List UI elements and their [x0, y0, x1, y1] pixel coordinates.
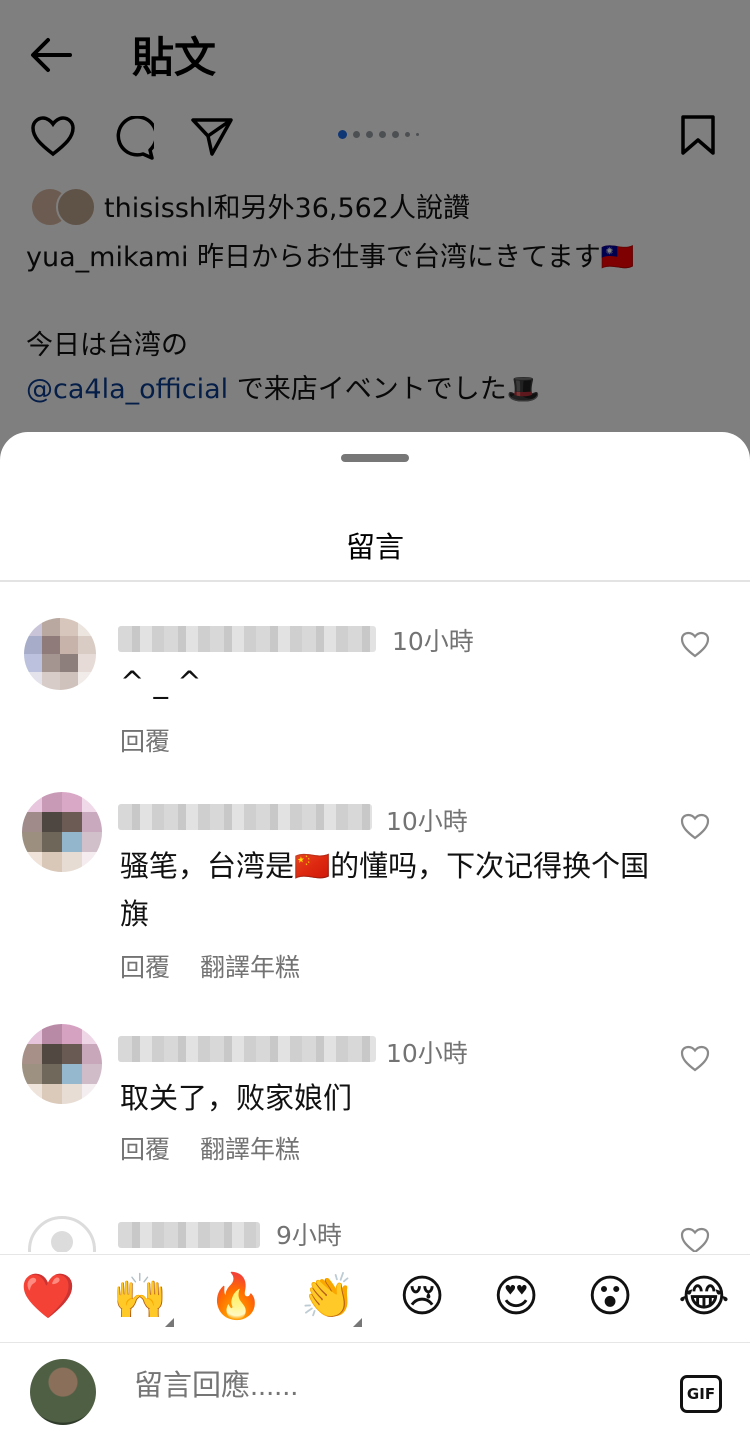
- comment-actions: 回覆: [120, 722, 170, 758]
- like-comment-icon[interactable]: [680, 1226, 710, 1252]
- comment-item: 9小時: [0, 1208, 750, 1252]
- comment-actions: 回覆 翻譯年糕: [120, 948, 300, 984]
- comment-text: 骚笔，台湾是🇨🇳的懂吗，下次记得换个国旗: [120, 849, 650, 931]
- comment-input-bar: GIF: [0, 1342, 750, 1439]
- comment-text: ^ _ ^: [120, 665, 202, 699]
- username-blurred[interactable]: [118, 804, 372, 830]
- divider: [0, 580, 750, 582]
- comment-time: 9小時: [276, 1221, 342, 1250]
- username-blurred[interactable]: [118, 1036, 376, 1062]
- like-comment-icon[interactable]: [680, 1044, 710, 1074]
- emoji-fire-button[interactable]: 🔥: [208, 1269, 264, 1325]
- emoji-raised-hands-button[interactable]: 🙌: [112, 1269, 174, 1327]
- emoji-clap-button[interactable]: 👏: [300, 1269, 362, 1327]
- gif-icon[interactable]: GIF: [680, 1375, 722, 1413]
- like-comment-icon[interactable]: [680, 812, 710, 842]
- translate-button[interactable]: 翻譯年糕: [200, 948, 300, 984]
- reply-button[interactable]: 回覆: [120, 722, 170, 758]
- avatar[interactable]: [22, 792, 102, 872]
- reply-button[interactable]: 回覆: [120, 1130, 170, 1166]
- comment-time: 10小時: [386, 807, 468, 836]
- my-avatar: [30, 1359, 96, 1425]
- emoji-surprised-button[interactable]: 😮: [582, 1269, 638, 1325]
- emoji-bar: ❤️ 🙌 🔥 👏 😢 😍 😮 😂: [0, 1254, 750, 1343]
- comment-time: 10小時: [386, 1039, 468, 1068]
- avatar[interactable]: [28, 1216, 96, 1252]
- like-comment-icon[interactable]: [680, 630, 710, 660]
- sheet-title: 留言: [345, 530, 404, 564]
- avatar[interactable]: [22, 1024, 102, 1104]
- emoji-laughing-button[interactable]: 😂: [676, 1269, 732, 1325]
- emoji-clap: 👏: [300, 1271, 356, 1322]
- username-blurred[interactable]: [118, 1222, 260, 1248]
- comment-actions: 回覆 翻譯年糕: [120, 1130, 300, 1166]
- comment-input[interactable]: [132, 1369, 596, 1404]
- translate-button[interactable]: 翻譯年糕: [200, 1130, 300, 1166]
- comment-time: 10小時: [392, 627, 474, 656]
- emoji-heart-eyes-button[interactable]: 😍: [488, 1269, 544, 1325]
- reply-button[interactable]: 回覆: [120, 948, 170, 984]
- emoji-heart-button[interactable]: ❤️: [20, 1269, 76, 1325]
- emoji-sad-button[interactable]: 😢: [394, 1269, 450, 1325]
- username-blurred[interactable]: [118, 626, 376, 652]
- emoji-raised-hands: 🙌: [112, 1271, 168, 1322]
- drag-handle[interactable]: [341, 454, 409, 462]
- comment-text: 取关了，败家娘们: [120, 1081, 353, 1115]
- avatar[interactable]: [24, 618, 96, 690]
